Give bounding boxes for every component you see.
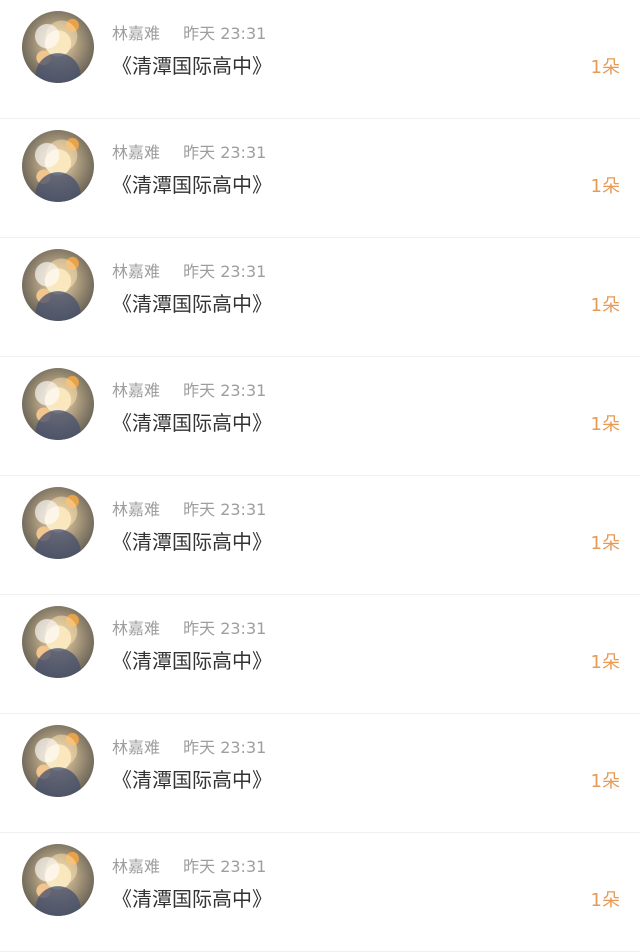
comment-text: 《清潭国际高中》 — [112, 292, 272, 316]
avatar-image — [22, 249, 94, 321]
avatar-image — [22, 606, 94, 678]
avatar[interactable] — [22, 606, 94, 678]
avatar-image — [22, 130, 94, 202]
author-name[interactable]: 林嘉难 — [112, 500, 160, 519]
comment-text: 《清潭国际高中》 — [112, 411, 272, 435]
comment-meta: 林嘉难 昨天 23:31 — [112, 496, 266, 520]
avatar-image — [22, 368, 94, 440]
comment-row[interactable]: 林嘉难 昨天 23:31 《清潭国际高中》 1朵 — [0, 0, 640, 119]
comment-text: 《清潭国际高中》 — [112, 649, 272, 673]
comment-row[interactable]: 林嘉难 昨天 23:31 《清潭国际高中》 1朵 — [0, 119, 640, 238]
comment-time: 昨天 23:31 — [183, 857, 267, 876]
comment-time: 昨天 23:31 — [183, 262, 267, 281]
author-name[interactable]: 林嘉难 — [112, 262, 160, 281]
comment-text: 《清潭国际高中》 — [112, 530, 272, 554]
comment-time: 昨天 23:31 — [183, 500, 267, 519]
avatar[interactable] — [22, 249, 94, 321]
author-name[interactable]: 林嘉难 — [112, 143, 160, 162]
comment-row[interactable]: 林嘉难 昨天 23:31 《清潭国际高中》 1朵 — [0, 595, 640, 714]
author-name[interactable]: 林嘉难 — [112, 619, 160, 638]
author-name[interactable]: 林嘉难 — [112, 381, 160, 400]
comment-text: 《清潭国际高中》 — [112, 768, 272, 792]
author-name[interactable]: 林嘉难 — [112, 738, 160, 757]
comment-meta: 林嘉难 昨天 23:31 — [112, 258, 266, 282]
comment-row[interactable]: 林嘉难 昨天 23:31 《清潭国际高中》 1朵 — [0, 357, 640, 476]
avatar[interactable] — [22, 844, 94, 916]
flower-count: 1朵 — [590, 295, 620, 316]
avatar[interactable] — [22, 130, 94, 202]
comment-meta: 林嘉难 昨天 23:31 — [112, 377, 266, 401]
flower-count: 1朵 — [590, 176, 620, 197]
comment-meta: 林嘉难 昨天 23:31 — [112, 615, 266, 639]
avatar[interactable] — [22, 368, 94, 440]
comment-row[interactable]: 林嘉难 昨天 23:31 《清潭国际高中》 1朵 — [0, 238, 640, 357]
avatar[interactable] — [22, 725, 94, 797]
comment-meta: 林嘉难 昨天 23:31 — [112, 139, 266, 163]
comment-time: 昨天 23:31 — [183, 738, 267, 757]
comment-time: 昨天 23:31 — [183, 619, 267, 638]
comment-meta: 林嘉难 昨天 23:31 — [112, 734, 266, 758]
comment-row[interactable]: 林嘉难 昨天 23:31 《清潭国际高中》 1朵 — [0, 476, 640, 595]
comment-row[interactable]: 林嘉难 昨天 23:31 《清潭国际高中》 1朵 — [0, 833, 640, 952]
comment-text: 《清潭国际高中》 — [112, 887, 272, 911]
comment-time: 昨天 23:31 — [183, 24, 267, 43]
flower-count: 1朵 — [590, 771, 620, 792]
avatar[interactable] — [22, 11, 94, 83]
avatar-image — [22, 11, 94, 83]
comment-meta: 林嘉难 昨天 23:31 — [112, 853, 266, 877]
flower-count: 1朵 — [590, 414, 620, 435]
avatar-image — [22, 725, 94, 797]
avatar[interactable] — [22, 487, 94, 559]
avatar-image — [22, 844, 94, 916]
comment-time: 昨天 23:31 — [183, 381, 267, 400]
flower-count: 1朵 — [590, 57, 620, 78]
flower-count: 1朵 — [590, 652, 620, 673]
comment-text: 《清潭国际高中》 — [112, 54, 272, 78]
comment-meta: 林嘉难 昨天 23:31 — [112, 20, 266, 44]
author-name[interactable]: 林嘉难 — [112, 857, 160, 876]
avatar-image — [22, 487, 94, 559]
flower-count: 1朵 — [590, 890, 620, 911]
flower-count: 1朵 — [590, 533, 620, 554]
comment-list: 林嘉难 昨天 23:31 《清潭国际高中》 1朵 林嘉难 昨天 23:31 《清… — [0, 0, 640, 952]
author-name[interactable]: 林嘉难 — [112, 24, 160, 43]
comment-time: 昨天 23:31 — [183, 143, 267, 162]
comment-row[interactable]: 林嘉难 昨天 23:31 《清潭国际高中》 1朵 — [0, 714, 640, 833]
comment-text: 《清潭国际高中》 — [112, 173, 272, 197]
